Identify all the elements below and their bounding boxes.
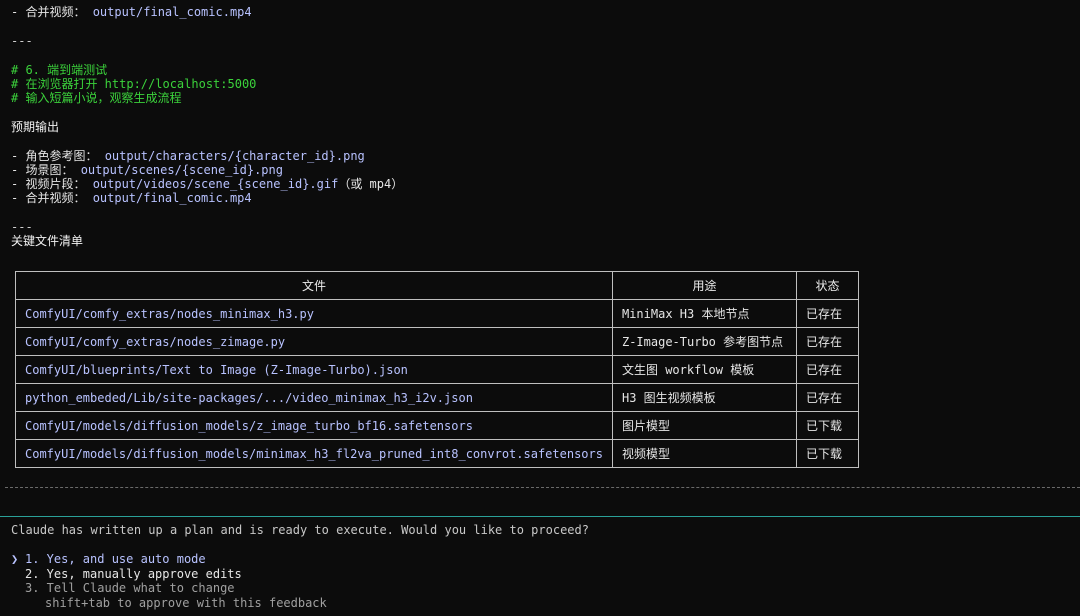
file-cell: python_embeded/Lib/site-packages/.../vid…	[15, 383, 613, 412]
selection-cursor-icon: ❯	[11, 552, 19, 566]
expected-item-path: output/final_comic.mp4	[92, 191, 252, 205]
table-row: python_embeded/Lib/site-packages/.../vid…	[15, 383, 859, 412]
option-label: 1. Yes, and use auto mode	[25, 552, 206, 566]
status-cell: 已下载	[795, 411, 859, 440]
expected-item: - 视频片段： output/videos/scene_{scene_id}.g…	[11, 177, 403, 192]
comment-line: # 在浏览器打开 http://localhost:5000	[11, 77, 257, 91]
column-header-purpose: 用途	[611, 271, 797, 300]
expected-item-path: output/scenes/{scene_id}.png	[80, 163, 283, 177]
purpose-cell: 视频模型	[611, 439, 797, 468]
purpose-cell: 图片模型	[611, 411, 797, 440]
comment-line: # 6. 端到端测试	[11, 63, 108, 77]
feedback-hint: shift+tab to approve with this feedback	[45, 596, 327, 610]
expected-item-label: - 视频片段：	[11, 177, 93, 191]
purpose-cell: Z-Image-Turbo 参考图节点	[611, 327, 797, 356]
option-auto-mode[interactable]: ❯ 1. Yes, and use auto mode	[11, 552, 206, 567]
merge-video-line: - 合并视频： output/final_comic.mp4	[11, 5, 252, 20]
table-row: ComfyUI/models/diffusion_models/z_image_…	[15, 411, 859, 440]
expected-output-heading: 预期输出	[11, 120, 60, 134]
table-row: ComfyUI/comfy_extras/nodes_zimage.py Z-I…	[15, 327, 859, 356]
option-tell-claude[interactable]: 3. Tell Claude what to change	[11, 581, 235, 596]
file-cell: ComfyUI/models/diffusion_models/minimax_…	[15, 439, 613, 468]
plan-prompt-question: Claude has written up a plan and is read…	[11, 523, 589, 537]
option-label: 3. Tell Claude what to change	[25, 581, 235, 595]
purpose-cell: H3 图生视频模板	[611, 383, 797, 412]
option-label: 2. Yes, manually approve edits	[25, 567, 242, 581]
expected-item-path: output/videos/scene_{scene_id}.gif	[92, 177, 339, 191]
expected-item-suffix: （或 mp4）	[338, 177, 404, 191]
table-header-row: 文件 用途 状态	[15, 271, 859, 300]
key-files-heading: 关键文件清单	[11, 234, 84, 248]
expected-item-label: - 角色参考图：	[11, 149, 105, 163]
column-header-status: 状态	[795, 271, 859, 300]
status-cell: 已存在	[795, 299, 859, 328]
table-row: ComfyUI/models/diffusion_models/minimax_…	[15, 439, 859, 468]
table-row: ComfyUI/comfy_extras/nodes_minimax_h3.py…	[15, 299, 859, 328]
merge-video-label: - 合并视频：	[11, 5, 93, 19]
status-cell: 已下载	[795, 439, 859, 468]
expected-item: - 角色参考图： output/characters/{character_id…	[11, 149, 365, 164]
comment-line: # 输入短篇小说，观察生成流程	[11, 91, 182, 105]
file-cell: ComfyUI/blueprints/Text to Image (Z-Imag…	[15, 355, 613, 384]
expected-item: - 场景图： output/scenes/{scene_id}.png	[11, 163, 283, 178]
purpose-cell: MiniMax H3 本地节点	[611, 299, 797, 328]
file-cell: ComfyUI/models/diffusion_models/z_image_…	[15, 411, 613, 440]
status-cell: 已存在	[795, 355, 859, 384]
key-files-table: 文件 用途 状态 ComfyUI/comfy_extras/nodes_mini…	[15, 271, 859, 468]
expected-item-label: - 合并视频：	[11, 191, 93, 205]
status-cell: 已存在	[795, 327, 859, 356]
merge-video-path: output/final_comic.mp4	[92, 5, 252, 19]
table-row: ComfyUI/blueprints/Text to Image (Z-Imag…	[15, 355, 859, 384]
file-cell: ComfyUI/comfy_extras/nodes_minimax_h3.py	[15, 299, 613, 328]
column-header-file: 文件	[15, 271, 613, 300]
status-cell: 已存在	[795, 383, 859, 412]
purpose-cell: 文生图 workflow 模板	[611, 355, 797, 384]
prompt-divider	[0, 516, 1080, 517]
expected-item-path: output/characters/{character_id}.png	[104, 149, 365, 163]
file-cell: ComfyUI/comfy_extras/nodes_zimage.py	[15, 327, 613, 356]
expected-item-label: - 场景图：	[11, 163, 81, 177]
option-manual-approve[interactable]: 2. Yes, manually approve edits	[11, 567, 242, 582]
expected-item: - 合并视频： output/final_comic.mp4	[11, 191, 252, 206]
separator: ---	[11, 220, 33, 234]
dashed-divider	[5, 487, 1080, 488]
separator: ---	[11, 34, 33, 48]
